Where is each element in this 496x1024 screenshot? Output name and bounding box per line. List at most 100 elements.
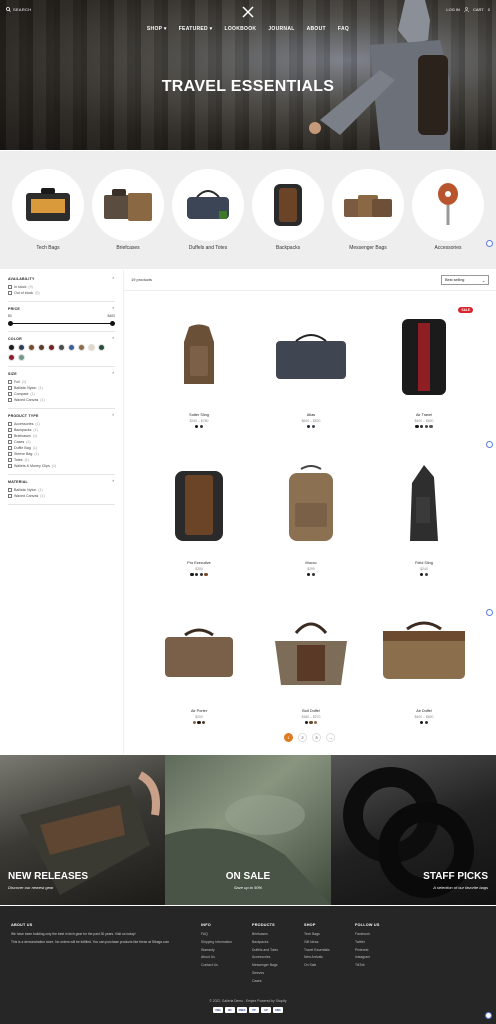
footer-link[interactable]: Accessories [252,954,278,962]
color-variant-dot[interactable] [313,721,318,725]
product-image[interactable] [256,307,366,407]
product-image[interactable] [144,455,254,555]
color-variant-dot[interactable] [204,573,208,577]
color-swatch[interactable] [58,344,65,351]
footer-link[interactable]: On Sale [304,962,330,970]
checkbox[interactable] [8,434,12,438]
footer-link[interactable]: Pinterest [355,947,380,955]
login-link[interactable]: LOG IN [446,7,460,12]
color-variant-dot[interactable] [424,721,429,725]
color-variant-dot[interactable] [415,425,419,429]
filter-option[interactable]: Out of stock (0) [8,290,115,296]
product-card[interactable]: Air Duffel $400 – $820 [369,603,479,725]
search-button[interactable]: SEARCH [6,7,31,12]
color-swatch[interactable] [98,344,105,351]
color-variant-dot[interactable] [190,573,194,577]
next-page-button[interactable]: → [326,733,335,742]
chat-icon[interactable] [486,609,493,616]
page-2[interactable]: 2 [298,733,307,742]
color-variant-dot[interactable] [309,721,313,725]
filter-header[interactable]: SIZE ⌃ [8,372,115,376]
color-variant-dot[interactable] [311,573,316,577]
checkbox[interactable] [8,488,12,492]
product-card[interactable]: Atlas $600 – $820 [256,307,366,429]
filter-header[interactable]: AVAILABILITY ⌃ [8,277,115,281]
color-swatch[interactable] [8,344,15,351]
filter-header[interactable]: MATERIAL ⌃ [8,480,115,484]
product-card[interactable]: Field Sling $240 [369,455,479,577]
product-image[interactable] [144,307,254,407]
color-variant-dot[interactable] [419,573,424,577]
checkbox[interactable] [8,440,12,444]
nav-item-shop[interactable]: SHOP ▾ [147,26,167,32]
nav-item-journal[interactable]: JOURNAL [268,26,294,32]
sort-select[interactable]: Best selling ⌄ [441,275,489,285]
price-slider[interactable] [8,320,115,326]
nav-item-featured[interactable]: FEATURED ▾ [179,26,213,32]
filter-header[interactable]: PRODUCT TYPE ⌃ [8,414,115,418]
product-card[interactable]: Air Porter $200 [144,603,254,725]
product-name[interactable]: Atlas [256,413,366,417]
color-variant-dot[interactable] [194,425,199,429]
footer-link[interactable]: Cases [252,978,278,986]
checkbox[interactable] [8,452,12,456]
color-variant-dot[interactable] [192,721,196,725]
product-name[interactable]: Field Sling [369,561,479,565]
footer-link[interactable]: Instagram [355,954,380,962]
chat-icon[interactable] [485,1012,492,1019]
filter-header[interactable]: COLOR ⌃ [8,337,115,341]
checkbox[interactable] [8,386,12,390]
color-variant-dot[interactable] [424,425,429,429]
checkbox[interactable] [8,422,12,426]
color-variant-dot[interactable] [429,425,433,429]
checkbox[interactable] [8,380,12,384]
price-slider-min-handle[interactable] [8,320,13,326]
checkbox[interactable] [8,458,12,462]
footer-link[interactable]: FAQ [201,931,232,939]
footer-link[interactable]: Messenger Bags [252,962,278,970]
product-card[interactable]: SALE Air Travel $400 – $820 [369,307,479,429]
category-accessories[interactable]: Accessories [412,169,484,251]
product-name[interactable]: Mocco [256,561,366,565]
color-variant-dot[interactable] [199,573,204,577]
checkbox[interactable] [8,392,12,396]
product-name[interactable]: Bolt Duffel [256,709,366,713]
category-tech-bags[interactable]: Tech Bags [12,169,84,251]
footer-link[interactable]: Warranty [201,947,232,955]
color-swatch[interactable] [88,344,95,351]
page-3[interactable]: 3 [312,733,321,742]
filter-option[interactable]: Waxed Canvas (1) [8,493,115,499]
product-image[interactable] [256,455,366,555]
footer-link[interactable]: Shipping Information [201,939,232,947]
product-image[interactable] [369,603,479,703]
footer-link[interactable]: TikTok [355,962,380,970]
color-variant-dot[interactable] [304,721,308,725]
color-swatch[interactable] [28,344,35,351]
color-swatch[interactable] [38,344,45,351]
chat-icon[interactable] [486,441,493,448]
color-swatch[interactable] [78,344,85,351]
promo-new-releases[interactable]: NEW RELEASES Discover our newest gear [0,755,165,905]
checkbox[interactable] [8,428,12,432]
color-variant-dot[interactable] [306,425,311,429]
checkbox[interactable] [8,494,12,498]
footer-link[interactable]: Facebook [355,931,380,939]
product-card[interactable]: Mocco $290 [256,455,366,577]
promo-staff-picks[interactable]: STAFF PICKS A selection of our favorite … [331,755,496,905]
page-1[interactable]: 1 [284,733,293,742]
footer-link[interactable]: Contact Us [201,962,232,970]
chat-icon[interactable] [486,240,493,247]
footer-link[interactable]: Briefcases [252,931,278,939]
color-variant-dot[interactable] [199,425,204,429]
category-backpacks[interactable]: Backpacks [252,169,324,251]
nav-item-lookbook[interactable]: LOOKBOOK [224,26,256,32]
color-swatch[interactable] [8,354,15,361]
product-image[interactable]: SALE [369,307,479,407]
checkbox[interactable] [8,398,12,402]
color-swatch[interactable] [48,344,55,351]
cart-link[interactable]: CART [473,7,484,12]
color-swatch[interactable] [18,354,25,361]
footer-link[interactable]: Twitter [355,939,380,947]
category-messenger-bags[interactable]: Messenger Bags [332,169,404,251]
checkbox[interactable] [8,464,12,468]
